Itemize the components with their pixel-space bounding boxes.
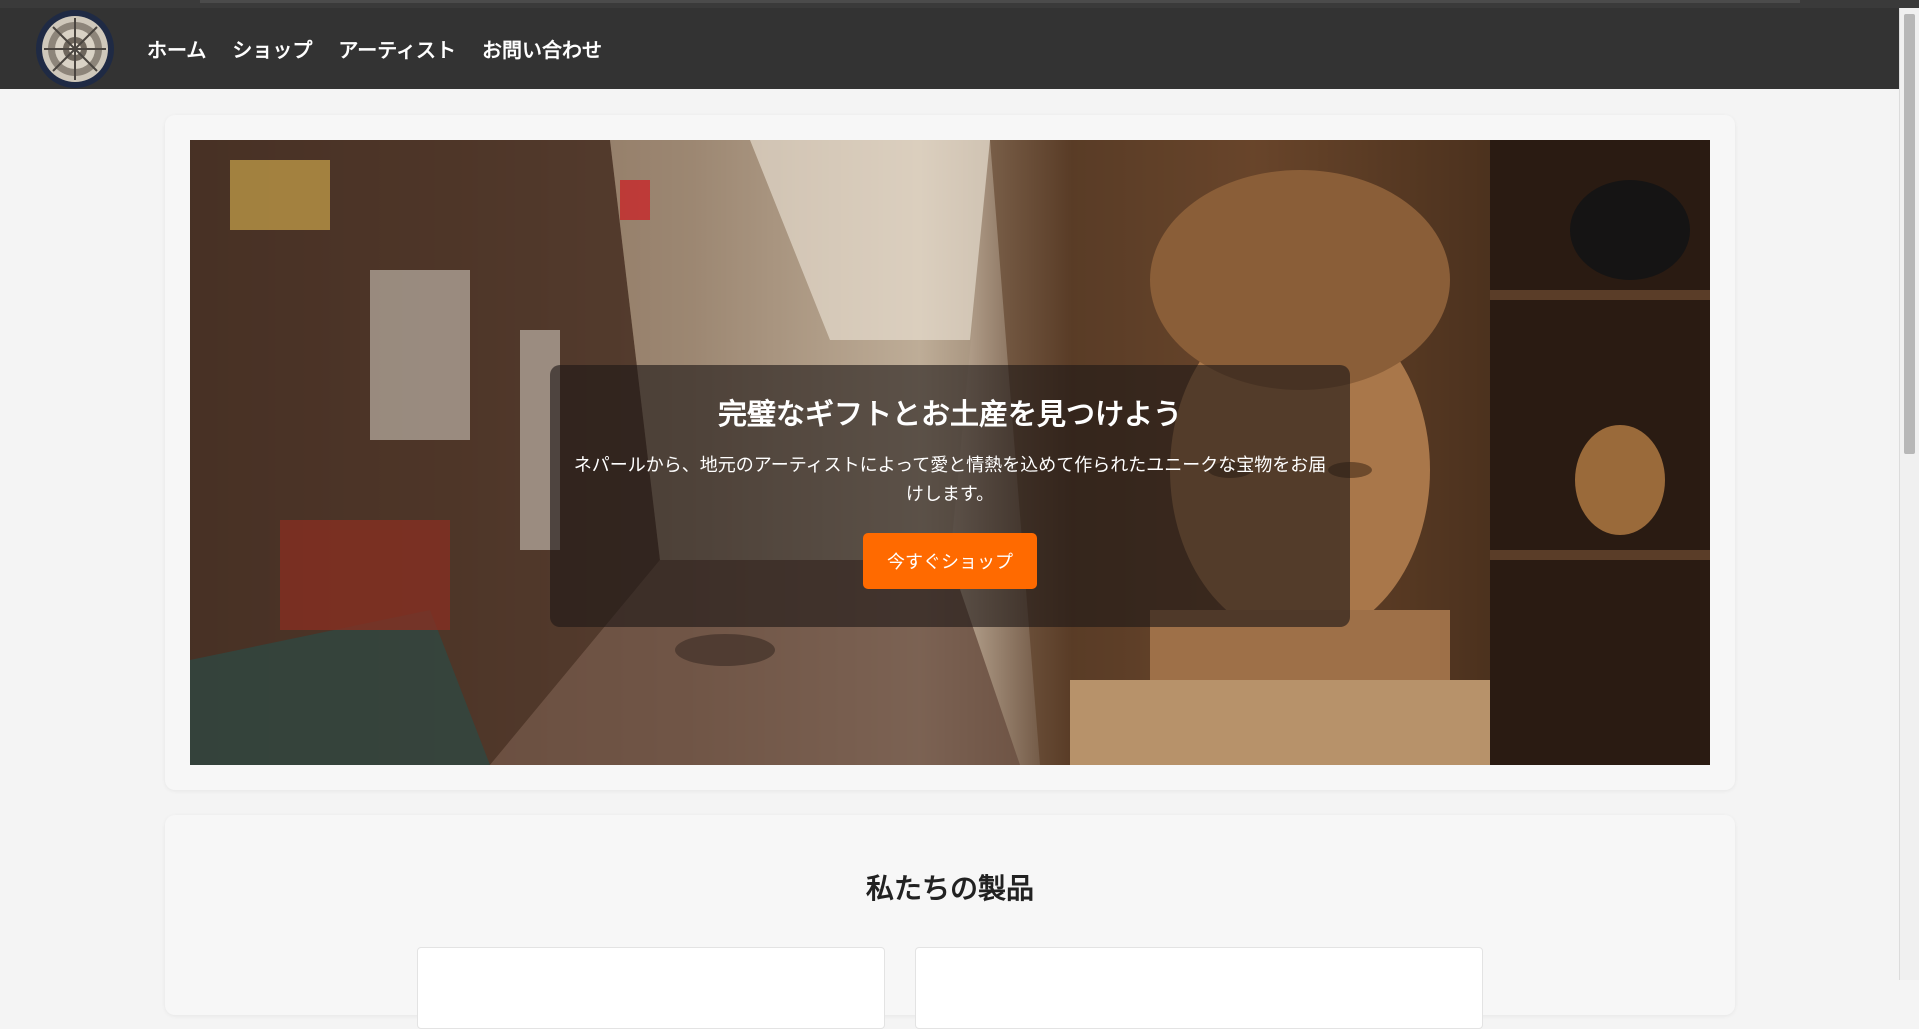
browser-tab-strip [200, 0, 1800, 3]
hero-card: 完璧なギフトとお土産を見つけよう ネパールから、地元のアーティストによって愛と情… [165, 115, 1735, 790]
hero-subtitle: ネパールから、地元のアーティストによって愛と情熱を込めて作られたユニークな宝物を… [573, 455, 1327, 505]
nav-link-artists[interactable]: アーティスト [325, 34, 469, 63]
mandala-logo-icon [42, 15, 108, 82]
product-card[interactable] [417, 947, 885, 1029]
hero-title: 完璧なギフトとお土産を見つけよう [717, 397, 1182, 431]
product-card[interactable] [915, 947, 1483, 1029]
navbar: ホーム ショップ アーティスト お問い合わせ [0, 8, 1900, 89]
nav-link-home[interactable]: ホーム [134, 34, 219, 63]
nav-link-contact[interactable]: お問い合わせ [469, 34, 615, 63]
page-scrollbar[interactable] [1899, 8, 1919, 980]
hero-banner: 完璧なギフトとお土産を見つけよう ネパールから、地元のアーティストによって愛と情… [190, 140, 1710, 765]
nav-links: ホーム ショップ アーティスト お問い合わせ [134, 34, 615, 63]
hero-overlay: 完璧なギフトとお土産を見つけよう ネパールから、地元のアーティストによって愛と情… [550, 365, 1350, 627]
products-section: 私たちの製品 [165, 815, 1735, 1029]
logo[interactable] [36, 9, 114, 88]
scrollbar-thumb[interactable] [1904, 14, 1915, 454]
nav-link-shop[interactable]: ショップ [219, 34, 325, 63]
products-title: 私たちの製品 [865, 872, 1034, 905]
shop-now-button[interactable]: 今すぐショップ [863, 533, 1037, 589]
